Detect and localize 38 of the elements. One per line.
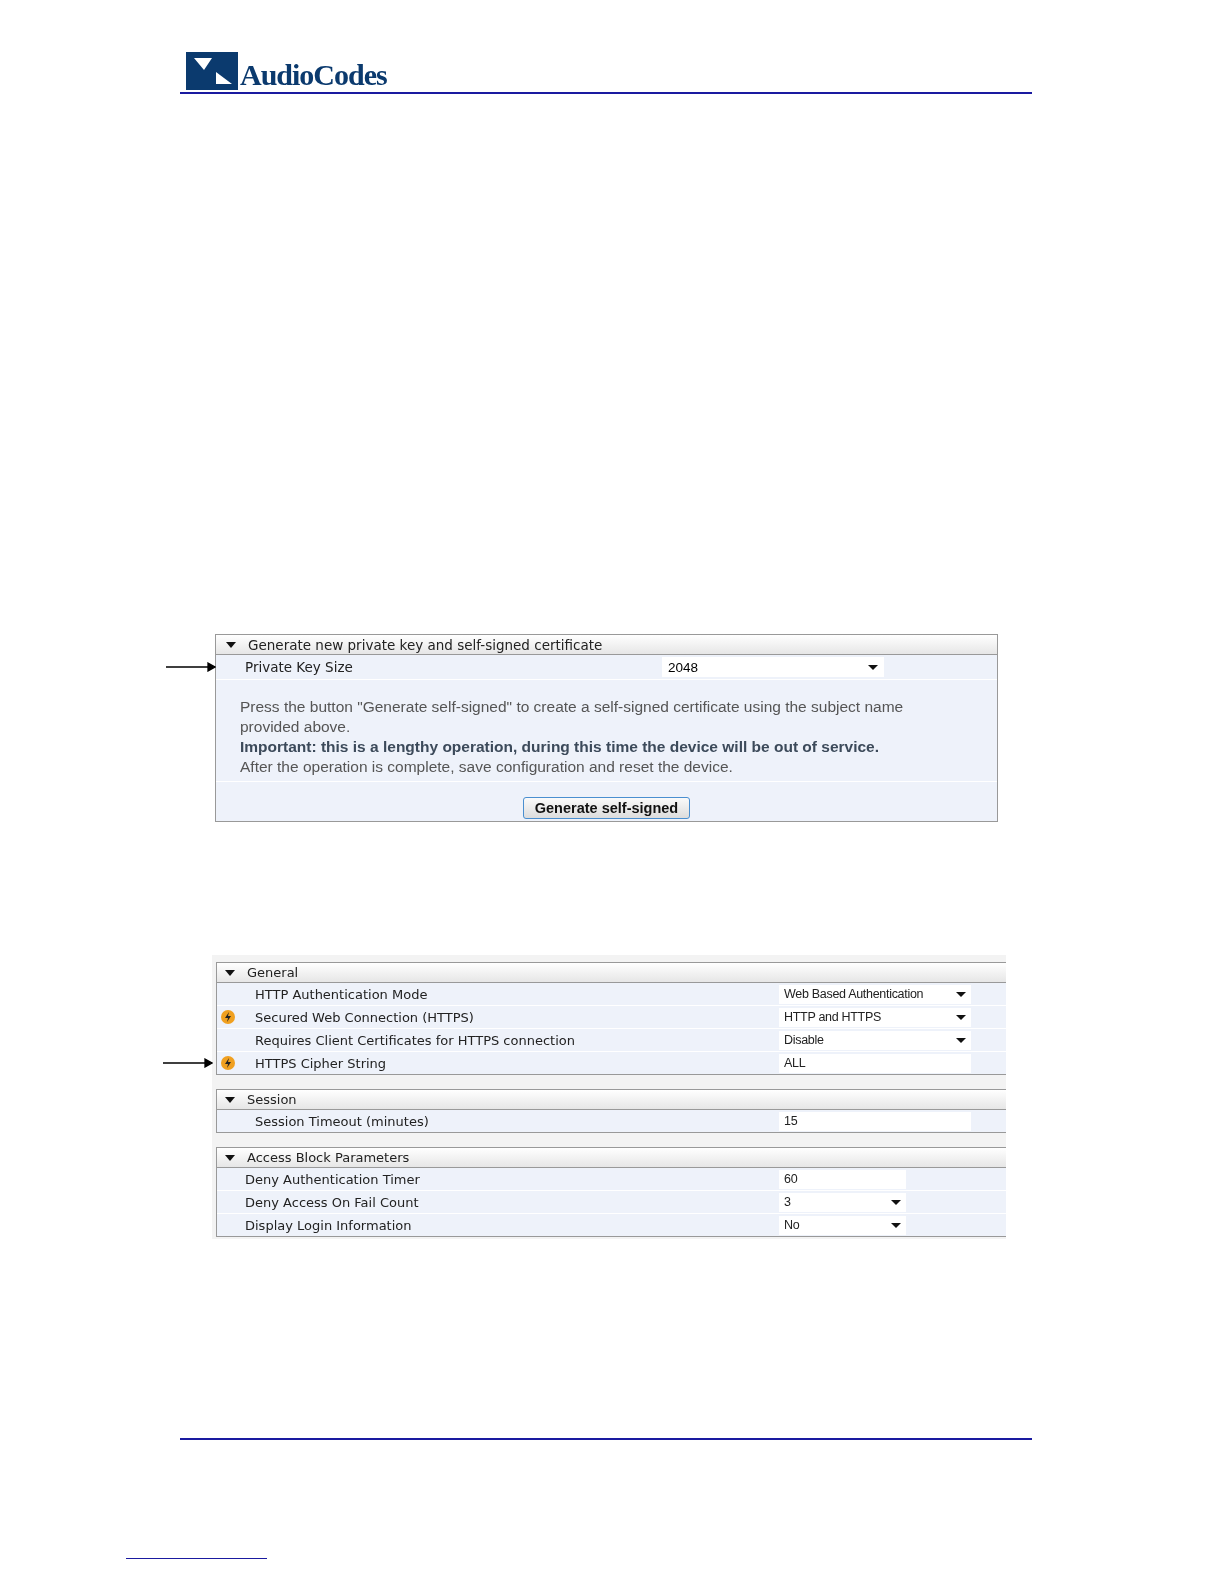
field-label: HTTP Authentication Mode (254, 986, 429, 1002)
generate-button[interactable]: Generate self-signed (522, 797, 691, 819)
field-label: Secured Web Connection (HTTPS) (254, 1009, 475, 1025)
dropdown-arrow-icon (891, 1222, 901, 1228)
dropdown-field[interactable]: 3 (779, 1192, 906, 1212)
dropdown-arrow-icon (956, 1014, 966, 1020)
input-field[interactable]: ALL (779, 1053, 971, 1073)
logo-text: AudioCodes (240, 60, 387, 90)
section-title: Access Block Parameters (247, 1150, 410, 1165)
section-header[interactable]: Access Block Parameters (217, 1148, 1006, 1168)
section-header[interactable]: General (217, 963, 1006, 983)
section-header[interactable]: Generate new private key and self-signed certificate (216, 635, 997, 655)
section-title: General (247, 965, 299, 980)
dropdown-field[interactable]: Disable (779, 1030, 971, 1050)
field-label: Deny Access On Fail Count (244, 1194, 420, 1210)
section-title: Session (247, 1092, 297, 1107)
field-label: Session Timeout (minutes) (254, 1113, 430, 1129)
message-text: After the operation is complete, save configuration and reset the device. (240, 757, 734, 777)
section-title: Generate new private key and self-signed certificate (248, 636, 603, 653)
input-field[interactable]: 60 (779, 1169, 906, 1189)
message-text: Important: this is a lengthy operation, during this time the device will be out of service. (240, 737, 881, 757)
input-field[interactable]: 15 (779, 1111, 971, 1131)
dropdown-field[interactable]: Web Based Authentication (779, 984, 971, 1004)
dropdown-arrow-icon (891, 1199, 901, 1205)
dropdown-field[interactable]: No (779, 1215, 906, 1235)
section-header[interactable]: Session (217, 1090, 1006, 1110)
message-text: Press the button "Generate self-signed" to create a self-signed certificate using the subject name provided above. (240, 697, 905, 737)
dropdown-arrow-icon (956, 991, 966, 997)
field-label: Deny Authentication Timer (244, 1171, 421, 1187)
dropdown-field[interactable]: HTTP and HTTPS (779, 1007, 971, 1027)
field-label: Private Key Size (244, 659, 354, 675)
dropdown-field[interactable]: 2048 (662, 657, 884, 677)
logo-icon (186, 52, 238, 90)
dropdown-arrow-icon (956, 1037, 966, 1043)
field-label: Requires Client Certificates for HTTPS connection (254, 1032, 576, 1048)
field-label: Display Login Information (244, 1217, 413, 1233)
field-label: HTTPS Cipher String (254, 1055, 388, 1071)
dropdown-arrow-icon (868, 664, 878, 670)
